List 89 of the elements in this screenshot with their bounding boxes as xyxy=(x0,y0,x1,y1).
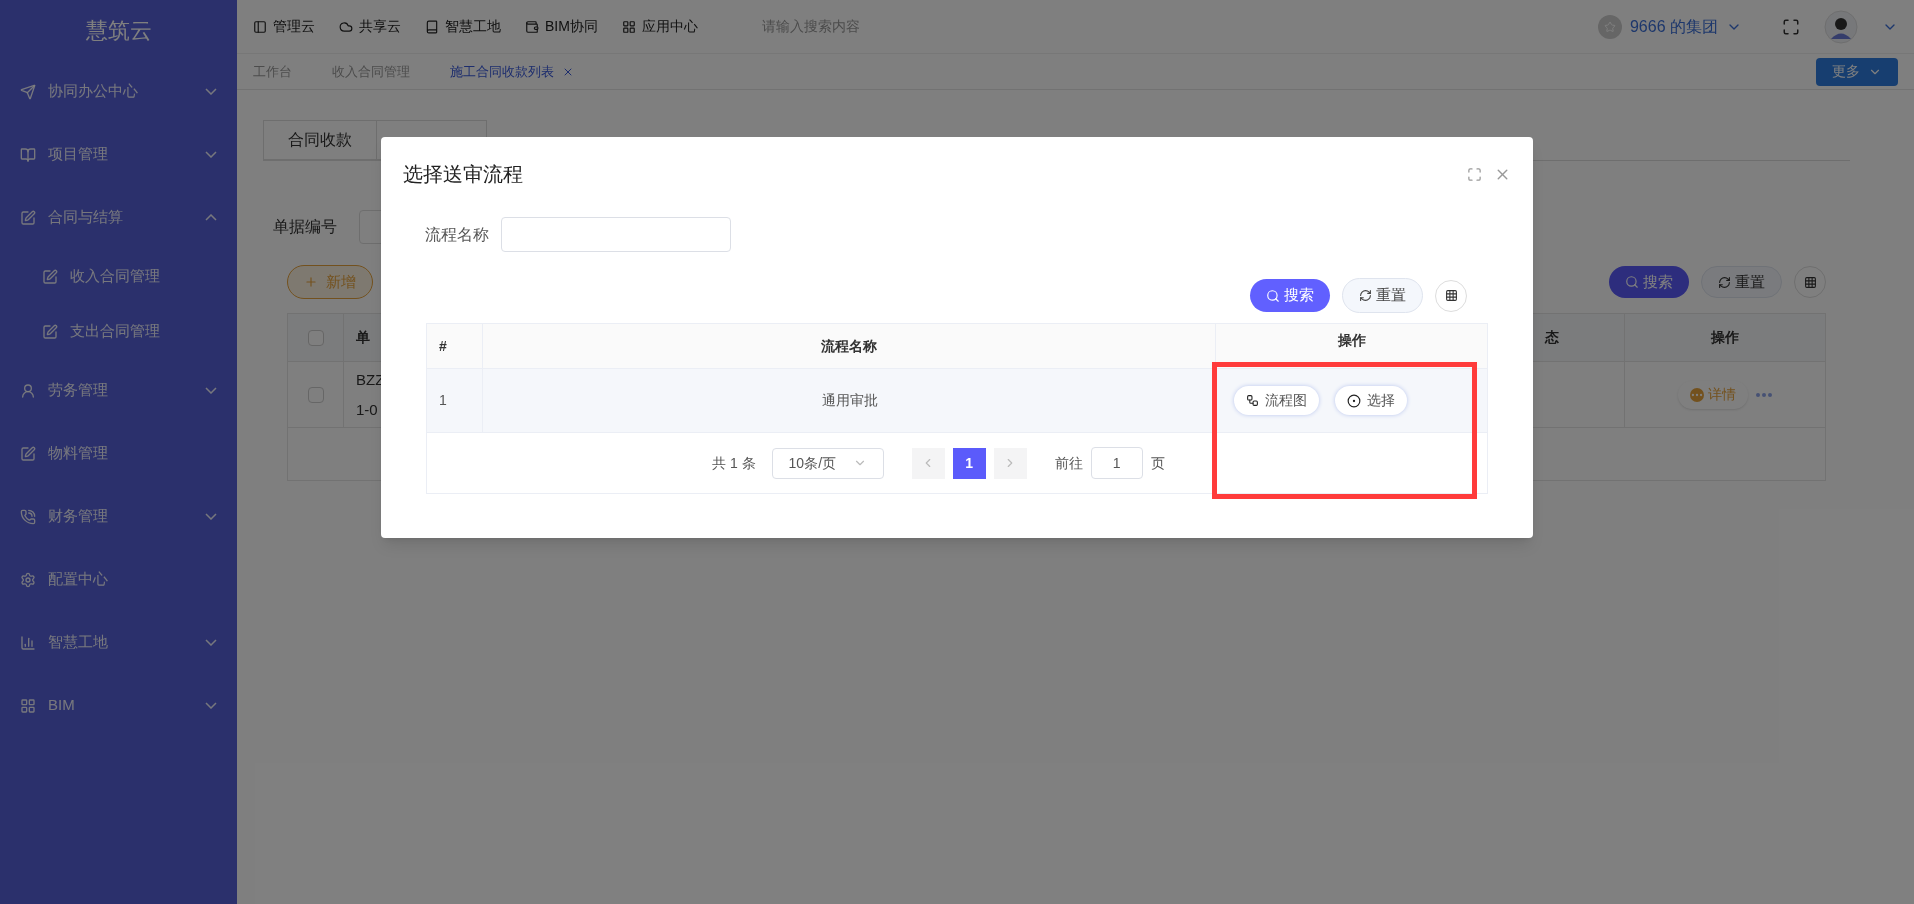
send-icon xyxy=(20,83,36,100)
bar-chart-icon xyxy=(20,634,36,651)
column-header: 单 xyxy=(356,328,370,347)
more-icon xyxy=(1690,387,1704,402)
column-header: 态 xyxy=(1545,328,1559,347)
page-tab[interactable]: 施工合同收款列表 xyxy=(450,61,574,82)
column-header: 流程名称 xyxy=(821,336,877,356)
nav-link[interactable]: 共享云 xyxy=(339,16,401,37)
refresh-icon xyxy=(1359,289,1372,302)
cloud-icon xyxy=(339,19,353,34)
add-button[interactable]: 新增 xyxy=(287,265,373,299)
book-icon xyxy=(425,19,439,34)
refresh-icon xyxy=(1718,275,1731,289)
avatar[interactable] xyxy=(1824,9,1858,44)
reset-button[interactable]: 重置 xyxy=(1701,266,1782,298)
book-icon xyxy=(20,146,36,163)
prev-page-button[interactable] xyxy=(911,447,945,479)
chevron-down-icon xyxy=(205,88,217,95)
table-cell-text: 1-0 xyxy=(356,399,379,420)
group-name[interactable]: 9666 的集团 xyxy=(1629,14,1718,39)
sidebar-item[interactable]: 配置中心 xyxy=(0,548,237,611)
detail-button[interactable]: 详情 xyxy=(1678,380,1748,409)
flowchart-button[interactable]: 流程图 xyxy=(1234,386,1319,415)
edit-icon xyxy=(42,268,58,285)
search-button[interactable]: 搜索 xyxy=(1609,266,1689,298)
edit-icon xyxy=(20,445,36,462)
sidebar-item[interactable]: 劳务管理 xyxy=(0,359,237,422)
phone-icon xyxy=(20,508,36,525)
total-count: 共 1 条 xyxy=(712,453,756,473)
search-button[interactable]: 搜索 xyxy=(1250,279,1330,312)
next-page-button[interactable] xyxy=(993,447,1027,479)
user-icon xyxy=(20,382,36,399)
nav-link[interactable]: 应用中心 xyxy=(621,16,698,37)
filter-label: 流程名称 xyxy=(425,224,489,245)
panel-icon xyxy=(253,19,267,34)
table-cell-text: 1 xyxy=(439,391,447,410)
column-header: # xyxy=(439,336,447,356)
sidebar-item[interactable]: 智慧工地 xyxy=(0,611,237,674)
select-button[interactable]: 选择 xyxy=(1335,386,1407,415)
column-header: 操作 xyxy=(1711,328,1739,347)
sidebar-item[interactable]: 财务管理 xyxy=(0,485,237,548)
plus-icon xyxy=(304,275,318,289)
more-icon xyxy=(1756,392,1772,397)
chevron-down-icon xyxy=(205,702,217,709)
grid-icon xyxy=(621,19,636,34)
sidebar-subitem[interactable]: 支出合同管理 xyxy=(0,304,237,359)
edit-icon xyxy=(20,209,36,226)
nav-link[interactable]: BIM协同 xyxy=(525,16,598,37)
checkbox[interactable] xyxy=(307,386,324,403)
logo: 慧筑云 xyxy=(84,16,153,45)
chevron-down-icon xyxy=(205,151,217,158)
input-field[interactable] xyxy=(501,217,731,252)
sidebar-item[interactable]: 物料管理 xyxy=(0,422,237,485)
goto-label: 前往 xyxy=(1054,453,1083,473)
dialog-title: 选择送审流程 xyxy=(403,162,523,187)
radio-icon xyxy=(1347,393,1361,408)
workflow-icon xyxy=(1246,394,1259,407)
fullscreen-icon xyxy=(1782,17,1800,36)
edit-icon xyxy=(42,323,58,340)
chevron-down-icon xyxy=(205,639,217,646)
table-cell-text: 通用审批 xyxy=(821,391,878,410)
grid-icon xyxy=(1444,289,1458,302)
sidebar-item[interactable]: 协同办公中心 xyxy=(0,60,237,123)
grid-icon xyxy=(1803,275,1817,289)
wallet-icon xyxy=(525,19,539,34)
more-button[interactable]: 更多 xyxy=(1816,57,1898,86)
sidebar-item[interactable]: 合同与结算 xyxy=(0,186,237,249)
page-suffix: 页 xyxy=(1150,453,1165,473)
content-tab[interactable]: 合同收款 xyxy=(263,120,377,160)
page-button[interactable]: 1 xyxy=(952,447,986,479)
search-icon xyxy=(1625,275,1639,289)
column-header: 操作 xyxy=(1337,331,1366,350)
chevron-down-icon xyxy=(205,387,217,394)
search-icon xyxy=(1266,288,1280,303)
sidebar-item[interactable]: BIM xyxy=(0,674,237,737)
filter-label: 单据编号 xyxy=(272,217,338,237)
chevron-down-icon xyxy=(205,513,217,520)
sidebar-subitem[interactable]: 收入合同管理 xyxy=(0,249,237,304)
nav-link[interactable]: 智慧工地 xyxy=(425,16,501,37)
page-size-select[interactable]: 10条/页 xyxy=(771,447,884,479)
reset-button[interactable]: 重置 xyxy=(1342,278,1423,313)
checkbox[interactable] xyxy=(307,329,324,346)
sidebar-item[interactable]: 项目管理 xyxy=(0,123,237,186)
settings-icon xyxy=(20,571,36,588)
page-input[interactable]: 1 xyxy=(1090,447,1143,479)
grid-icon xyxy=(20,697,36,714)
maximize-icon xyxy=(1467,166,1482,182)
nav-link[interactable]: 管理云 xyxy=(253,16,315,37)
chevron-up-icon xyxy=(205,214,217,221)
